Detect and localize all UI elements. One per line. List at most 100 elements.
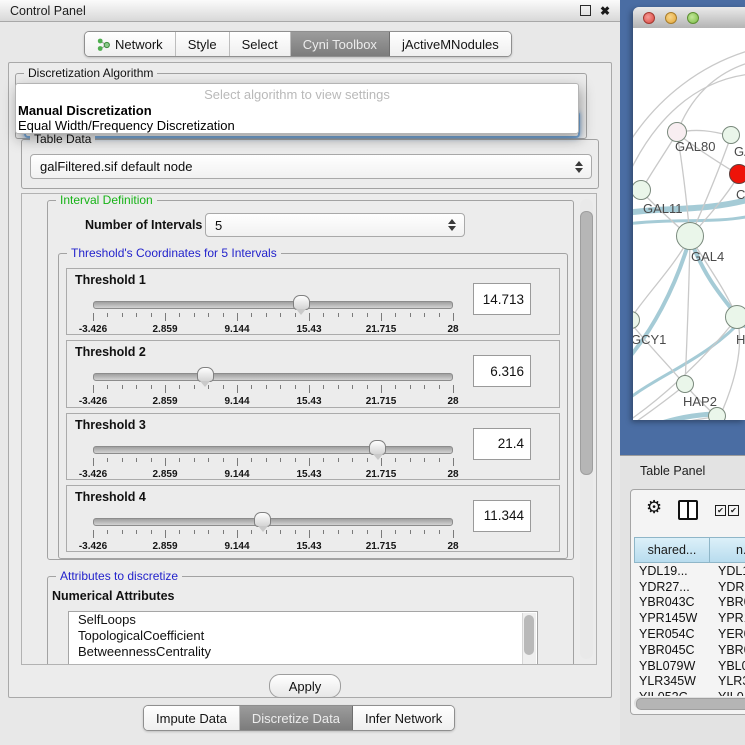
settings-scrollbar-thumb[interactable]: [580, 211, 593, 475]
tab-cyni-toolbox[interactable]: Cyni Toolbox: [291, 32, 390, 56]
popup-item-manual-discretization[interactable]: Manual Discretization: [16, 103, 578, 118]
attributes-scrollbar-thumb[interactable]: [524, 615, 534, 655]
list-item-topologicalcoefficient[interactable]: TopologicalCoefficient: [69, 628, 537, 644]
node-label: GAL4: [691, 249, 724, 264]
bottom-tab-infer-network[interactable]: Infer Network: [353, 706, 454, 730]
table-row[interactable]: YBR043CYBR0: [634, 595, 745, 611]
slider-thumb[interactable]: [254, 512, 271, 527]
close-traffic-light-icon[interactable]: [643, 12, 655, 24]
table-row[interactable]: YDR27...YDR2: [634, 579, 745, 595]
slider-track[interactable]: [93, 446, 453, 454]
tick-label: 21.715: [366, 396, 397, 407]
tick-label: -3.426: [79, 396, 107, 407]
cell-name: YER0: [710, 627, 745, 641]
number-of-intervals-combobox[interactable]: 5: [205, 213, 465, 237]
tick-label: 15.43: [296, 324, 321, 335]
table-data-group: Table Data galFiltered.sif default node: [21, 139, 599, 189]
gear-icon[interactable]: ⚙: [646, 497, 662, 517]
tick-label: 9.144: [224, 541, 249, 552]
tick-mark: [453, 458, 454, 466]
zoom-traffic-light-icon[interactable]: [687, 12, 699, 24]
cell-shared-name: YDL19...: [634, 564, 710, 578]
tick-mark: [266, 313, 267, 317]
tick-mark: [194, 530, 195, 534]
threshold-value-field[interactable]: 21.4: [473, 428, 531, 460]
tick-mark: [453, 530, 454, 538]
threshold-slider[interactable]: -3.4262.8599.14415.4321.71528: [93, 517, 453, 525]
numerical-attributes-list[interactable]: SelfLoopsTopologicalCoefficientBetweenne…: [68, 611, 538, 665]
bottom-tab-impute-data[interactable]: Impute Data: [144, 706, 240, 730]
settings-vertical-scrollbar[interactable]: [580, 199, 593, 659]
network-canvas[interactable]: GAL80GACGAL11GAL4GCY1HHAP2: [633, 28, 745, 420]
tick-mark: [323, 313, 324, 317]
table-hscrollbar-thumb[interactable]: [636, 698, 745, 710]
tab-label: jActiveMNodules: [402, 37, 499, 52]
tick-mark: [439, 530, 440, 534]
threshold-slider[interactable]: -3.4262.8599.14415.4321.71528: [93, 445, 453, 453]
network-node[interactable]: [676, 222, 704, 250]
tick-mark: [309, 458, 310, 466]
tick-mark: [179, 530, 180, 534]
tick-mark: [352, 385, 353, 389]
threshold-slider[interactable]: -3.4262.8599.14415.4321.71528: [93, 300, 453, 308]
slider-track[interactable]: [93, 301, 453, 309]
slider-track[interactable]: [93, 373, 453, 381]
table-row[interactable]: YIL052CYIL0: [634, 689, 745, 696]
threshold-value-field[interactable]: 11.344: [473, 500, 531, 532]
threshold-value-field[interactable]: 6.316: [473, 355, 531, 387]
table-row[interactable]: YER054CYER0: [634, 626, 745, 642]
network-node[interactable]: [729, 164, 745, 184]
interval-definition-group: Interval Definition Number of Intervals …: [47, 200, 574, 560]
tab-jactivemnodules[interactable]: jActiveMNodules: [390, 32, 511, 56]
threshold-box: Threshold 2-3.4262.8599.14415.4321.71528…: [66, 340, 560, 407]
threshold-box: Threshold 1-3.4262.8599.14415.4321.71528…: [66, 268, 560, 335]
column-header-shared-name[interactable]: shared...: [634, 537, 710, 563]
column-header-name[interactable]: n...: [710, 537, 745, 563]
list-item-betweennesscentrality[interactable]: BetweennessCentrality: [69, 644, 537, 660]
table-row[interactable]: YBL079WYBL0: [634, 658, 745, 674]
threshold-value-field[interactable]: 14.713: [473, 283, 531, 315]
popup-item-equal-width-frequency-discretization[interactable]: Equal Width/Frequency Discretization: [16, 118, 578, 133]
network-node[interactable]: [725, 305, 745, 329]
threshold-slider[interactable]: -3.4262.8599.14415.4321.71528: [93, 372, 453, 380]
table-row[interactable]: YDL19...YDL1: [634, 563, 745, 579]
float-window-icon[interactable]: [580, 5, 591, 16]
tick-label: 28: [447, 469, 458, 480]
tick-mark: [410, 313, 411, 317]
table-data-combobox[interactable]: galFiltered.sif default node: [30, 154, 592, 179]
cell-name: YBL0: [710, 659, 745, 673]
tab-style[interactable]: Style: [176, 32, 230, 56]
select-none-checkbox-icon[interactable]: ✔: [728, 505, 739, 516]
list-item-selfloops[interactable]: SelfLoops: [69, 612, 537, 628]
panel-title: Control Panel: [10, 4, 86, 18]
apply-button[interactable]: Apply: [269, 674, 341, 698]
select-all-checkbox-icon[interactable]: ✔: [715, 505, 726, 516]
slider-track[interactable]: [93, 518, 453, 526]
minimize-traffic-light-icon[interactable]: [665, 12, 677, 24]
table-row[interactable]: YBR045CYBR0: [634, 642, 745, 658]
attributes-scrollbar[interactable]: [522, 613, 536, 665]
tick-mark: [93, 458, 94, 466]
slider-tick-labels: -3.4262.8599.14415.4321.71528: [93, 469, 453, 480]
tab-network[interactable]: Network: [85, 32, 176, 56]
table-horizontal-scrollbar[interactable]: [634, 697, 745, 709]
tick-label: 28: [447, 541, 458, 552]
tick-mark: [453, 313, 454, 321]
tick-mark: [194, 458, 195, 462]
tick-mark: [107, 313, 108, 317]
network-node[interactable]: [722, 126, 740, 144]
close-icon[interactable]: ✖: [600, 5, 610, 17]
table-row[interactable]: YPR145WYPR1: [634, 610, 745, 626]
slider-thumb[interactable]: [293, 295, 310, 310]
split-columns-icon[interactable]: [678, 500, 698, 520]
tick-mark: [122, 458, 123, 462]
tab-select[interactable]: Select: [230, 32, 291, 56]
combo-stepper-icon: [448, 219, 456, 231]
slider-thumb[interactable]: [197, 367, 214, 382]
tick-mark: [237, 458, 238, 466]
table-row[interactable]: YLR345WYLR3: [634, 674, 745, 690]
slider-thumb[interactable]: [369, 440, 386, 455]
network-edge: [677, 62, 745, 133]
network-node[interactable]: [676, 375, 694, 393]
bottom-tab-discretize-data[interactable]: Discretize Data: [240, 706, 353, 730]
